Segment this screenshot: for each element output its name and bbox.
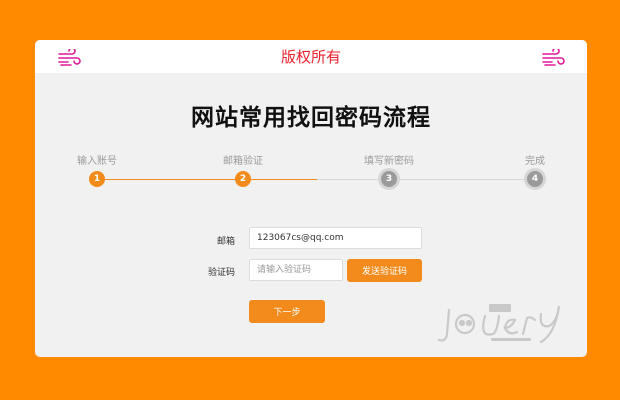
send-code-button[interactable]: 发送验证码 <box>347 259 422 282</box>
step-line-done <box>97 179 317 180</box>
progress-steps: 输入账号 邮箱验证 填写新密码 完成 1 2 3 4 <box>35 40 587 240</box>
step-label-3: 填写新密码 <box>364 156 414 167</box>
step-label-1: 输入账号 <box>77 156 117 167</box>
code-label: 验证码 <box>207 268 235 278</box>
jquery-watermark-logo <box>437 304 561 344</box>
step-label-2: 邮箱验证 <box>223 156 263 167</box>
reset-password-card: 版权所有 网站常用找回密码流程 输入账号 邮箱验证 填写新密码 完成 1 2 3… <box>35 40 587 357</box>
step-dot-4: 4 <box>527 171 543 187</box>
email-input[interactable] <box>249 227 422 249</box>
step-dot-1: 1 <box>89 171 105 187</box>
step-line-pending <box>317 179 537 180</box>
next-button[interactable]: 下一步 <box>249 300 325 323</box>
email-label: 邮箱 <box>216 237 235 247</box>
step-dot-3: 3 <box>381 171 397 187</box>
step-dot-2: 2 <box>235 171 251 187</box>
code-input[interactable] <box>249 259 343 281</box>
step-label-4: 完成 <box>525 156 545 167</box>
